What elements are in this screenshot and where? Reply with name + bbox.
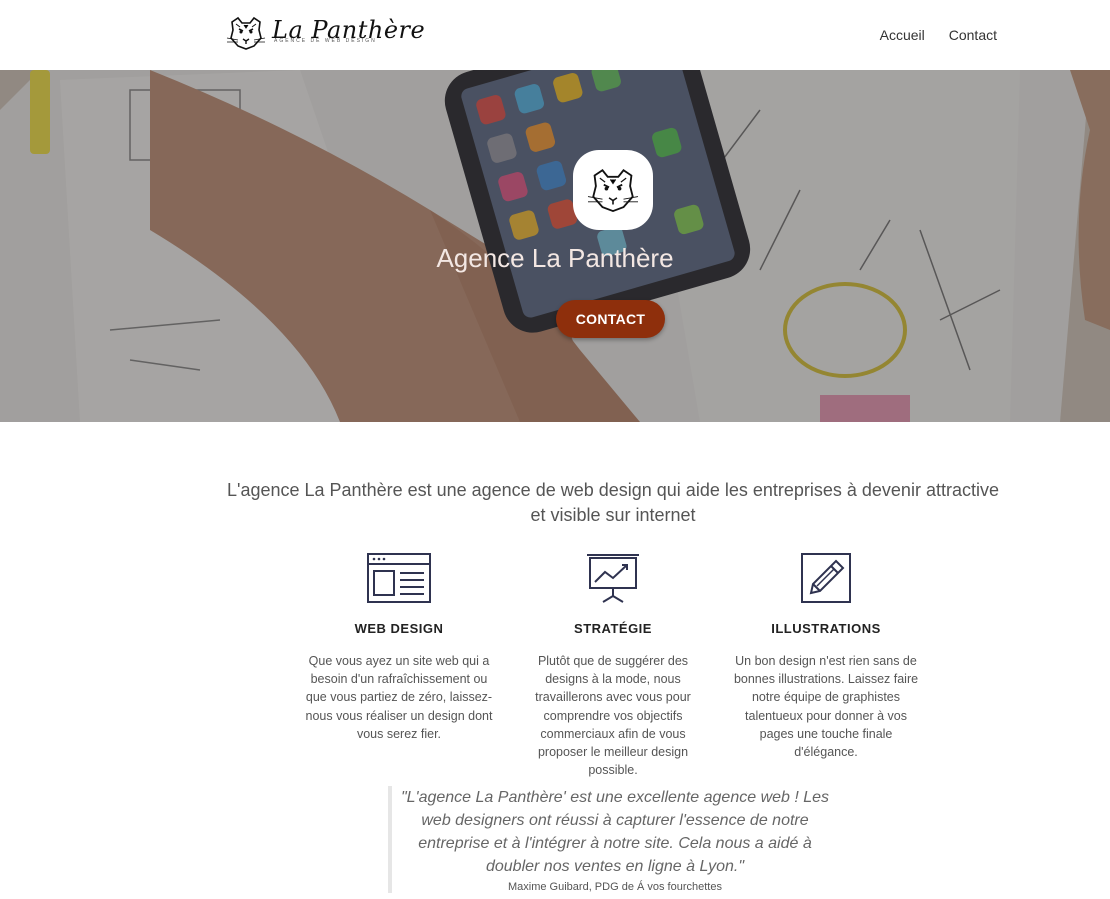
logo-text: La Panthère AGENCE DE WEB DESIGN xyxy=(272,14,425,52)
feature-strategie: STRATÉGIE Plutôt que de suggérer des des… xyxy=(515,552,711,779)
pencil-icon xyxy=(801,553,851,603)
browser-window-icon xyxy=(367,553,431,603)
site-header: La Panthère AGENCE DE WEB DESIGN Accueil… xyxy=(0,0,1110,70)
hero-section: Agence La Panthère CONTACT xyxy=(0,70,1110,422)
logo-tagline: AGENCE DE WEB DESIGN xyxy=(274,38,377,44)
feature-title: STRATÉGIE xyxy=(574,621,652,636)
feature-title: WEB DESIGN xyxy=(354,621,444,636)
feature-title: ILLUSTRATIONS xyxy=(771,621,881,636)
hero-contact-button[interactable]: CONTACT xyxy=(556,300,665,338)
site-logo[interactable]: La Panthère AGENCE DE WEB DESIGN xyxy=(226,14,425,52)
panther-head-icon xyxy=(587,169,639,213)
feature-web-design: WEB DESIGN Que vous ayez un site web qui… xyxy=(301,552,497,743)
panther-logo-icon xyxy=(226,16,266,50)
intro-text: L'agence La Panthère est une agence de w… xyxy=(227,480,999,525)
testimonial-author: Maxime Guibard, PDG de Á vos fourchettes xyxy=(508,881,722,893)
nav-contact-link[interactable]: Contact xyxy=(949,27,997,43)
hero-logo-badge xyxy=(573,150,653,230)
main-nav: Accueil Contact xyxy=(880,27,997,43)
feature-illustrations: ILLUSTRATIONS Un bon design n'est rien s… xyxy=(728,552,924,761)
hero-title: Agence La Panthère xyxy=(436,243,674,273)
feature-text: Que vous ayez un site web qui a besoin d… xyxy=(305,654,493,741)
nav-accueil-link[interactable]: Accueil xyxy=(880,27,925,43)
feature-text: Un bon design n'est rien sans de bonnes … xyxy=(733,654,919,760)
feature-text: Plutôt que de suggérer des designs à la … xyxy=(535,654,691,778)
testimonial-quote: "L'agence La Panthère' est une excellent… xyxy=(400,789,830,875)
testimonial: "L'agence La Panthère' est une excellent… xyxy=(388,786,838,893)
presentation-chart-icon xyxy=(587,554,639,603)
